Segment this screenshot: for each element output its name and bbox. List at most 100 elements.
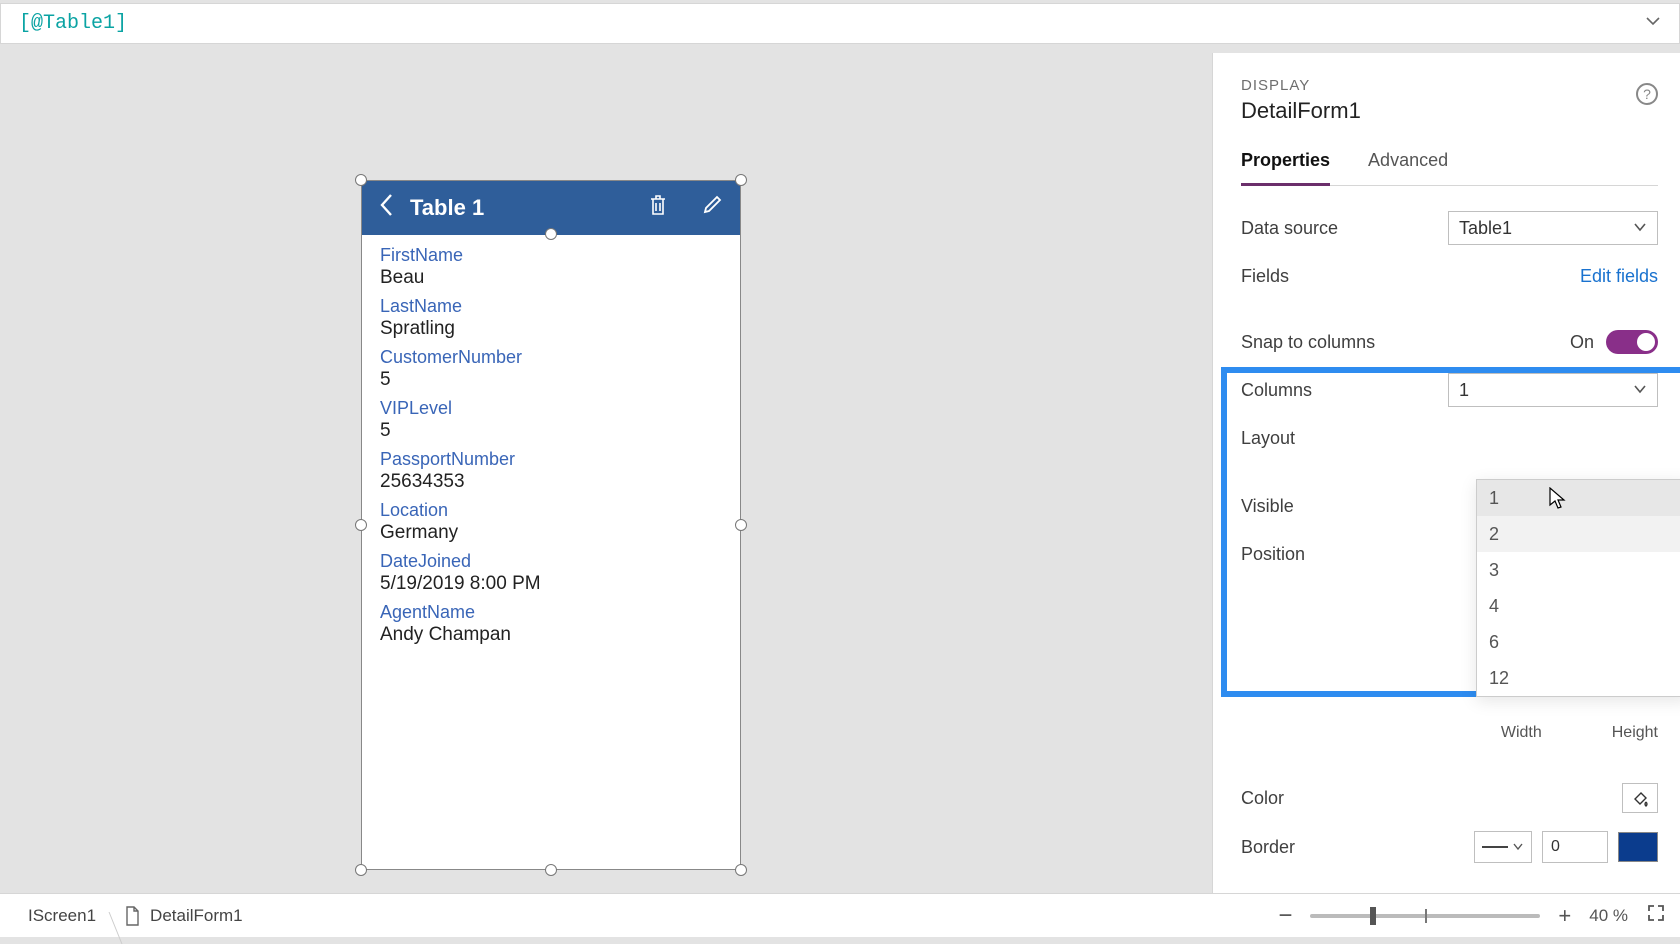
status-bar: IScreen1 DetailForm1 − + 40 %: [0, 893, 1680, 937]
prop-label: Columns: [1241, 380, 1440, 401]
detail-form[interactable]: Table 1 FirstNameBeau LastNameSpratling …: [361, 180, 741, 870]
chevron-down-icon: [1512, 841, 1524, 853]
prop-label: Data source: [1241, 218, 1440, 239]
size-labels: Width Height: [1501, 724, 1658, 742]
formula-bar[interactable]: [@Table1]: [0, 3, 1680, 44]
zoom-out-button[interactable]: −: [1278, 902, 1292, 930]
dropdown-option[interactable]: 4: [1477, 588, 1680, 624]
breadcrumb-label: IScreen1: [28, 906, 96, 926]
prop-columns: Columns 1: [1241, 366, 1658, 414]
form-field: CustomerNumber5: [380, 347, 722, 391]
prop-label: Color: [1241, 788, 1622, 809]
border-color-swatch[interactable]: [1618, 832, 1658, 862]
prop-color: Color: [1241, 783, 1658, 813]
field-value: Beau: [380, 267, 722, 289]
toggle-state: On: [1570, 332, 1594, 353]
resize-handle[interactable]: [355, 864, 367, 876]
field-value: 5: [380, 420, 722, 442]
zoom-in-button[interactable]: +: [1558, 903, 1571, 929]
form-field: DateJoined5/19/2019 8:00 PM: [380, 551, 722, 595]
data-source-value: Table1: [1459, 218, 1512, 239]
dropdown-option[interactable]: 12: [1477, 660, 1680, 696]
formula-expand-icon[interactable]: [1645, 13, 1661, 34]
prop-label: Fields: [1241, 266, 1440, 287]
height-label: Height: [1612, 724, 1658, 742]
field-label: CustomerNumber: [380, 347, 722, 368]
border-style-select[interactable]: [1474, 831, 1532, 863]
card-body: FirstNameBeau LastNameSpratling Customer…: [362, 235, 740, 869]
card-title: Table 1: [410, 195, 484, 221]
field-value: 5/19/2019 8:00 PM: [380, 573, 722, 595]
form-field: LastNameSpratling: [380, 296, 722, 340]
field-value: 25634353: [380, 471, 722, 493]
design-canvas[interactable]: Table 1 FirstNameBeau LastNameSpratling …: [0, 53, 1224, 863]
field-label: FirstName: [380, 245, 722, 266]
breadcrumb-control[interactable]: DetailForm1: [110, 906, 257, 926]
prop-border: Border 0: [1241, 831, 1658, 863]
chevron-down-icon: [1633, 218, 1647, 239]
border-width-input[interactable]: 0: [1542, 831, 1608, 863]
breadcrumb-screen[interactable]: IScreen1: [14, 906, 110, 926]
form-field: AgentNameAndy Champan: [380, 602, 722, 646]
resize-handle[interactable]: [545, 864, 557, 876]
field-label: Location: [380, 500, 722, 521]
field-label: PassportNumber: [380, 449, 722, 470]
form-field: LocationGermany: [380, 500, 722, 544]
zoom-value: 40 %: [1589, 906, 1628, 926]
prop-label: Snap to columns: [1241, 332, 1440, 353]
resize-handle[interactable]: [545, 228, 557, 240]
columns-dropdown[interactable]: 1 2 3 4 6 12: [1476, 479, 1680, 697]
formula-text: [@Table1]: [19, 12, 127, 35]
edit-fields-link[interactable]: Edit fields: [1580, 266, 1658, 287]
snap-toggle[interactable]: [1606, 330, 1658, 354]
prop-label: Layout: [1241, 428, 1658, 449]
tab-advanced[interactable]: Advanced: [1368, 150, 1448, 185]
columns-value: 1: [1459, 380, 1469, 401]
dropdown-option[interactable]: 1: [1477, 480, 1680, 516]
chevron-down-icon: [1633, 380, 1647, 401]
form-field: FirstNameBeau: [380, 245, 722, 289]
prop-label: Border: [1241, 837, 1464, 858]
fullscreen-icon[interactable]: [1646, 903, 1666, 928]
tab-properties[interactable]: Properties: [1241, 150, 1330, 186]
field-label: AgentName: [380, 602, 722, 623]
trash-icon[interactable]: [648, 193, 668, 223]
field-label: LastName: [380, 296, 722, 317]
detail-form-card[interactable]: Table 1 FirstNameBeau LastNameSpratling …: [361, 180, 741, 870]
form-field: PassportNumber25634353: [380, 449, 722, 493]
dropdown-option[interactable]: 6: [1477, 624, 1680, 660]
file-icon: [124, 906, 140, 926]
color-picker[interactable]: [1622, 783, 1658, 813]
field-value: Andy Champan: [380, 624, 722, 646]
panel-control-name: DetailForm1: [1241, 98, 1658, 124]
back-icon[interactable]: [378, 192, 396, 224]
field-label: DateJoined: [380, 551, 722, 572]
data-source-select[interactable]: Table1: [1448, 211, 1658, 245]
field-value: Spratling: [380, 318, 722, 340]
edit-icon[interactable]: [702, 193, 724, 223]
field-value: 5: [380, 369, 722, 391]
resize-handle[interactable]: [355, 174, 367, 186]
prop-layout: Layout: [1241, 414, 1658, 462]
width-label: Width: [1501, 724, 1542, 742]
card-header: Table 1: [362, 181, 740, 235]
field-value: Germany: [380, 522, 722, 544]
zoom-controls: − + 40 %: [1278, 902, 1666, 930]
form-field: VIPLevel5: [380, 398, 722, 442]
panel-tabs: Properties Advanced: [1241, 150, 1658, 186]
resize-handle[interactable]: [355, 519, 367, 531]
dropdown-option[interactable]: 3: [1477, 552, 1680, 588]
prop-data-source: Data source Table1: [1241, 204, 1658, 252]
paint-bucket-icon: [1631, 789, 1649, 807]
field-label: VIPLevel: [380, 398, 722, 419]
zoom-slider[interactable]: [1310, 914, 1540, 918]
resize-handle[interactable]: [735, 174, 747, 186]
resize-handle[interactable]: [735, 519, 747, 531]
prop-snap-to-columns: Snap to columns On: [1241, 318, 1658, 366]
columns-select[interactable]: 1: [1448, 373, 1658, 407]
help-icon[interactable]: ?: [1636, 83, 1658, 105]
resize-handle[interactable]: [735, 864, 747, 876]
border-width-value: 0: [1551, 838, 1560, 856]
breadcrumb-label: DetailForm1: [150, 906, 243, 926]
dropdown-option[interactable]: 2: [1477, 516, 1680, 552]
